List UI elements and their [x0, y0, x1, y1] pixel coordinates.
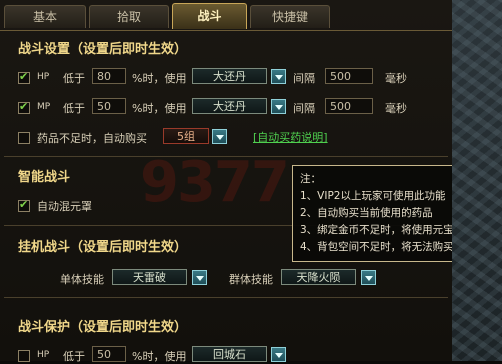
group-skill-label: 群体技能: [229, 273, 273, 286]
hp-interval-label: 间隔: [293, 72, 315, 85]
protect-hp-low-label: 低于: [63, 350, 85, 363]
protect-hp-tag: HP: [37, 350, 50, 360]
mp-item-dropdown-icon[interactable]: [271, 99, 286, 114]
hp-interval-unit: 毫秒: [385, 72, 407, 85]
hp-low-label: 低于: [63, 72, 85, 85]
mp-low-label: 低于: [63, 102, 85, 115]
single-skill-label: 单体技能: [60, 273, 104, 286]
protect-hp-percent-text: %时，使用: [132, 350, 187, 363]
mp-percent-input[interactable]: 50: [92, 98, 126, 114]
protect-hp-item-dropdown-icon[interactable]: [271, 347, 286, 362]
group-skill-dropdown-icon[interactable]: [361, 270, 376, 285]
auto-mix-label: 自动混元罩: [37, 200, 92, 213]
tab-bar: 基本 拾取 战斗 快捷键: [0, 0, 452, 31]
tab-hotkeys[interactable]: 快捷键: [250, 5, 330, 28]
single-skill-dropdown-icon[interactable]: [192, 270, 207, 285]
hp-item-dropdown-icon[interactable]: [271, 69, 286, 84]
protect-hp-checkbox[interactable]: [18, 350, 30, 362]
mp-interval-label: 间隔: [293, 102, 315, 115]
auto-buy-help-link[interactable]: [自动买药说明]: [253, 129, 328, 145]
hp-checkbox[interactable]: [18, 70, 30, 84]
mp-tag: MP: [37, 102, 51, 112]
protect-hp-item-select[interactable]: 回城石: [192, 346, 267, 362]
group-skill-select[interactable]: 天降火陨: [281, 269, 356, 285]
auto-buy-label: 药品不足时，自动购买: [37, 132, 147, 145]
tab-basic[interactable]: 基本: [4, 5, 86, 28]
tab-pickup[interactable]: 拾取: [89, 5, 169, 28]
divider: [4, 297, 448, 298]
hp-interval-input[interactable]: 500: [325, 68, 373, 84]
auto-buy-checkbox[interactable]: [18, 132, 30, 144]
auto-mix-checkbox[interactable]: [18, 198, 30, 212]
auto-buy-qty-select[interactable]: 5组: [163, 128, 209, 144]
smart-combat-title: 智能战斗: [18, 170, 71, 185]
protect-hp-percent-input[interactable]: 50: [92, 346, 126, 362]
divider: [4, 156, 448, 157]
rock-border-decoration: [452, 0, 502, 361]
single-skill-select[interactable]: 天雷破: [112, 269, 187, 285]
auto-buy-qty-dropdown-icon[interactable]: [212, 129, 227, 144]
hp-percent-text: %时，使用: [132, 72, 187, 85]
mp-interval-unit: 毫秒: [385, 102, 407, 115]
idle-combat-title: 挂机战斗（设置后即时生效）: [18, 240, 188, 255]
mp-checkbox[interactable]: [18, 100, 30, 114]
combat-protect-title: 战斗保护（设置后即时生效）: [18, 320, 188, 335]
watermark: 9377: [140, 150, 290, 215]
hp-tag: HP: [37, 72, 50, 82]
settings-panel: 基本 拾取 战斗 快捷键 9377 战斗设置（设置后即时生效） HP 低于 80…: [0, 0, 490, 363]
mp-interval-input[interactable]: 500: [325, 98, 373, 114]
mp-percent-text: %时，使用: [132, 102, 187, 115]
combat-settings-title: 战斗设置（设置后即时生效）: [18, 42, 188, 57]
hp-percent-input[interactable]: 80: [92, 68, 126, 84]
mp-item-select[interactable]: 大还丹: [192, 98, 267, 114]
hp-item-select[interactable]: 大还丹: [192, 68, 267, 84]
tab-combat[interactable]: 战斗: [172, 3, 247, 29]
